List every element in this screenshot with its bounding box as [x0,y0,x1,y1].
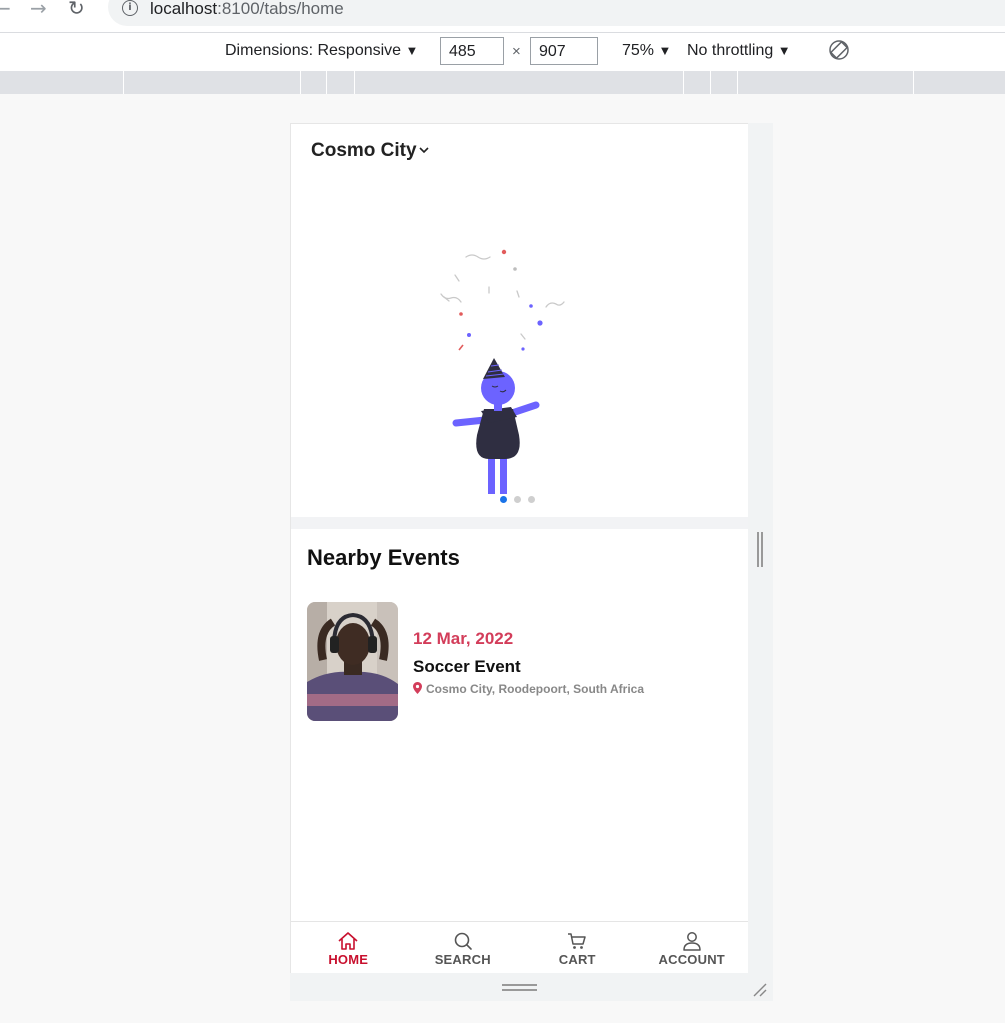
party-illustration [440,249,565,494]
hero-slider[interactable] [291,179,749,519]
location-pin-icon [413,682,422,694]
cart-icon [568,933,586,949]
home-icon [338,932,358,950]
tab-cart-label: CART [558,952,596,967]
throttling-select[interactable]: No throttling ▼ [687,42,791,60]
times-sign: × [512,43,521,60]
zoom-select[interactable]: 75% ▼ [622,42,671,60]
device-toolbar: Dimensions: Responsive ▼ 485 × 907 75% ▼… [0,32,1005,72]
device-viewport: Cosmo City Nearby Events 12 Mar, 2022 So… [290,123,750,975]
event-location: Cosmo City, Roodepoort, South Africa [413,682,644,696]
event-image[interactable] [307,602,398,721]
event-name: Soccer Event [413,657,521,676]
bottom-tab-bar: HOME SEARCH CART ACCOUNT [291,921,750,974]
media-query-ruler[interactable] [0,71,1005,94]
bottom-resize-handle[interactable] [502,984,537,991]
tab-home-label: HOME [328,952,369,967]
rotate-icon[interactable] [828,39,850,61]
event-card[interactable]: 12 Mar, 2022 Soccer Event Cosmo City, Ro… [307,602,727,722]
person-icon [683,932,701,951]
width-input[interactable]: 485 [440,37,504,65]
reload-icon[interactable]: ↻ [68,0,85,20]
pagination-dot-1[interactable] [500,496,507,503]
forward-icon[interactable]: → [30,0,47,20]
tab-home[interactable]: HOME [291,922,406,974]
tab-account[interactable]: ACCOUNT [635,922,750,974]
pagination-dot-2[interactable] [514,496,521,503]
section-divider [291,517,749,529]
search-icon [454,932,472,950]
location-selector[interactable]: Cosmo City [311,140,429,162]
tab-cart[interactable]: CART [520,922,635,974]
right-resize-handle[interactable] [757,532,763,567]
event-date: 12 Mar, 2022 [413,629,514,648]
pagination-dot-3[interactable] [528,496,535,503]
info-icon[interactable]: i [122,0,138,16]
tab-search[interactable]: SEARCH [406,922,521,974]
url-text[interactable]: localhost:8100/tabs/home [150,0,344,19]
browser-toolbar: ← → ↻ i localhost:8100/tabs/home [0,0,1005,32]
corner-resize-icon[interactable] [752,982,768,998]
slider-pagination[interactable] [500,496,535,503]
dimensions-select[interactable]: Dimensions: Responsive ▼ [225,42,418,60]
tab-account-label: ACCOUNT [658,952,725,967]
height-input[interactable]: 907 [530,37,598,65]
tab-search-label: SEARCH [434,952,491,967]
back-icon[interactable]: ← [0,0,11,20]
nearby-events-title: Nearby Events [307,545,460,570]
chevron-down-icon [419,147,429,154]
